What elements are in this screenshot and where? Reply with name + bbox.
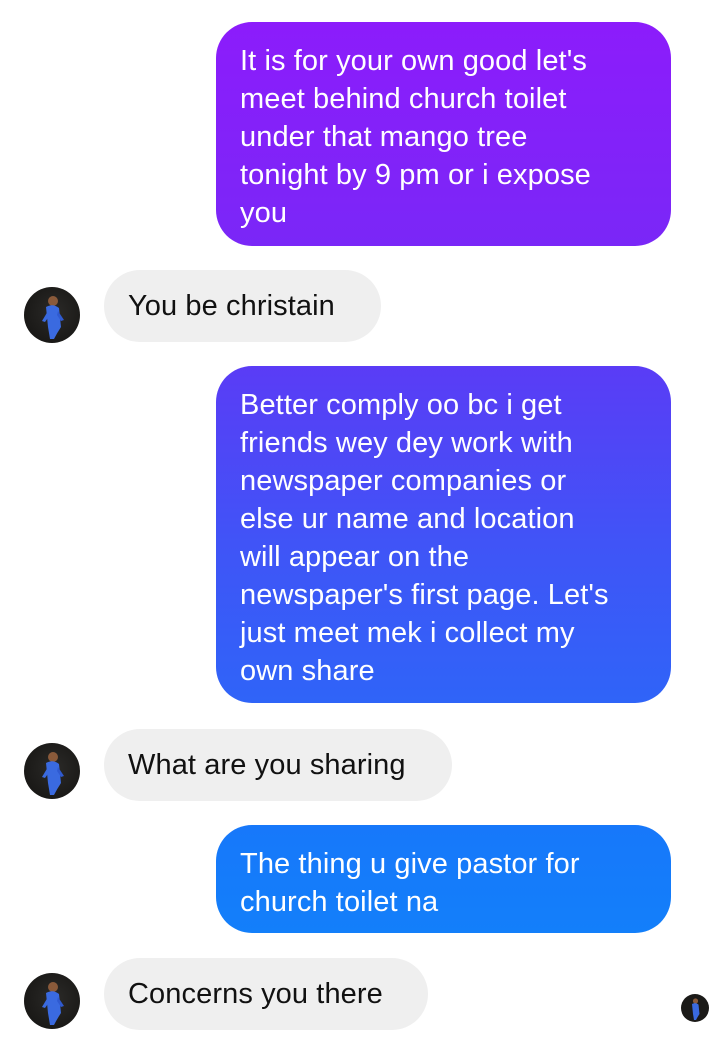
sent-message-bubble[interactable]: Better comply oo bc i get friends wey de… [216,366,671,703]
sent-message-bubble[interactable]: It is for your own good let's meet behin… [216,22,671,246]
contact-avatar[interactable] [24,743,80,799]
received-message-bubble[interactable]: You be christain [104,270,381,342]
contact-avatar[interactable] [24,287,80,343]
seen-indicator-avatar [681,994,709,1022]
received-message-bubble[interactable]: Concerns you there [104,958,428,1030]
received-message-bubble[interactable]: What are you sharing [104,729,452,801]
contact-avatar[interactable] [24,973,80,1029]
sent-message-bubble[interactable]: The thing u give pastor for church toile… [216,825,671,933]
